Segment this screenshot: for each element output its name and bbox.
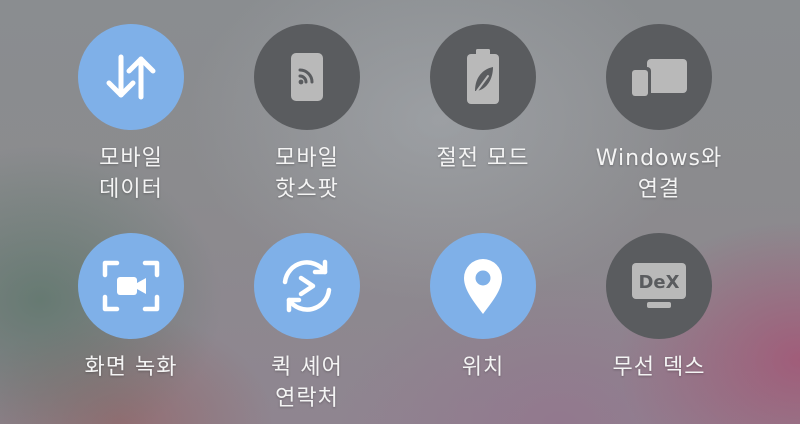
data-transfer-arrows-icon: [106, 54, 156, 100]
tile-wireless-dex[interactable]: DeX 무선 덱스: [574, 233, 744, 383]
battery-leaf-icon: [467, 49, 499, 104]
wireless-dex-label: 무선 덱스: [612, 355, 706, 380]
tile-link-to-windows[interactable]: Windows와 연결: [574, 24, 744, 205]
mobile-hotspot-label: 모바일 핫스팟: [275, 146, 339, 202]
dex-icon: DeX: [632, 263, 686, 308]
tile-mobile-hotspot[interactable]: 모바일 핫스팟: [222, 24, 392, 205]
dex-badge-text: DeX: [638, 272, 679, 293]
power-saving-toggle[interactable]: [430, 24, 536, 130]
quick-settings-grid: 모바일 데이터 모바일 핫스팟 절전 모드 Windows와 연결 화면 녹화 …: [0, 0, 800, 424]
location-label: 위치: [461, 355, 505, 380]
tile-screen-recorder[interactable]: 화면 녹화: [46, 233, 216, 383]
screen-recorder-label: 화면 녹화: [84, 355, 178, 380]
mobile-data-label: 모바일 데이터: [99, 146, 163, 202]
link-to-windows-icon: [629, 59, 687, 99]
tile-mobile-data[interactable]: 모바일 데이터: [46, 24, 216, 205]
tile-quick-share[interactable]: 퀵 셰어 연락처: [222, 233, 392, 414]
mobile-hotspot-icon: [291, 53, 323, 101]
tile-power-saving[interactable]: 절전 모드: [398, 24, 568, 174]
quick-share-label: 퀵 셰어 연락처: [271, 355, 343, 411]
tile-location[interactable]: 위치: [398, 233, 568, 383]
location-pin-icon: [464, 259, 502, 314]
quick-share-toggle[interactable]: [254, 233, 360, 339]
wireless-dex-toggle[interactable]: DeX: [606, 233, 712, 339]
quick-share-icon: [282, 259, 332, 313]
location-toggle[interactable]: [430, 233, 536, 339]
power-saving-label: 절전 모드: [436, 146, 530, 171]
mobile-data-toggle[interactable]: [78, 24, 184, 130]
link-to-windows-label: Windows와 연결: [595, 146, 723, 202]
link-to-windows-toggle[interactable]: [606, 24, 712, 130]
mobile-hotspot-toggle[interactable]: [254, 24, 360, 130]
screen-recorder-icon: [102, 260, 160, 312]
screen-recorder-toggle[interactable]: [78, 233, 184, 339]
